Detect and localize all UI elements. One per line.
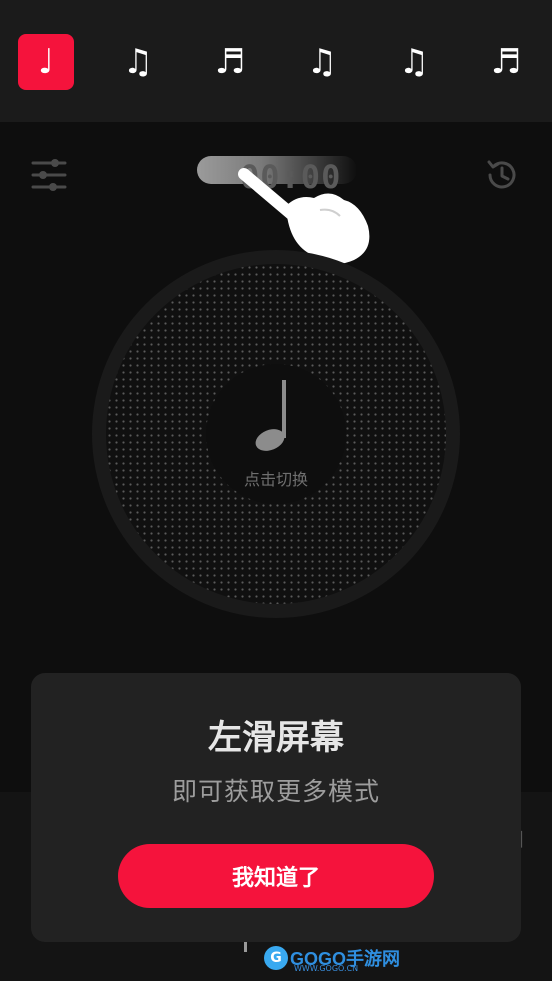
triplet-notes-icon: ♬ bbox=[490, 42, 522, 82]
history-icon[interactable] bbox=[483, 156, 521, 194]
quarter-note-icon: ♩ bbox=[37, 42, 55, 82]
tab-sixteenth-dotted-eighth[interactable]: ♫ bbox=[386, 34, 442, 90]
rhythm-tab-bar: ♩ ♫ ♬ ♫ ♫ ♬ bbox=[0, 0, 552, 122]
tab-dotted-eighth-sixteenth[interactable]: ♫ bbox=[294, 34, 350, 90]
settings-sliders-icon[interactable] bbox=[31, 158, 67, 192]
modal-title: 左滑屏幕 bbox=[208, 718, 344, 758]
dial-switch-hint: 点击切换 bbox=[243, 470, 308, 489]
got-it-button[interactable]: 我知道了 bbox=[118, 844, 434, 908]
tab-quarter-note[interactable]: ♩ bbox=[18, 34, 74, 90]
tab-triplet-notes[interactable]: ♬ bbox=[478, 34, 534, 90]
dotted-eighth-sixteenth-icon: ♫ bbox=[306, 42, 338, 82]
sixteenth-dotted-eighth-icon: ♫ bbox=[398, 42, 430, 82]
quarter-note-icon bbox=[248, 376, 298, 456]
sixteenth-notes-icon: ♬ bbox=[214, 42, 246, 82]
tab-eighth-notes[interactable]: ♫ bbox=[110, 34, 166, 90]
tab-sixteenth-notes[interactable]: ♬ bbox=[202, 34, 258, 90]
watermark-logo-icon: G bbox=[264, 946, 288, 970]
modal-subtitle: 即可获取更多模式 bbox=[171, 777, 380, 806]
eighth-notes-icon: ♫ bbox=[122, 42, 154, 82]
watermark-url: WWW.GOGO.CN bbox=[294, 964, 359, 973]
